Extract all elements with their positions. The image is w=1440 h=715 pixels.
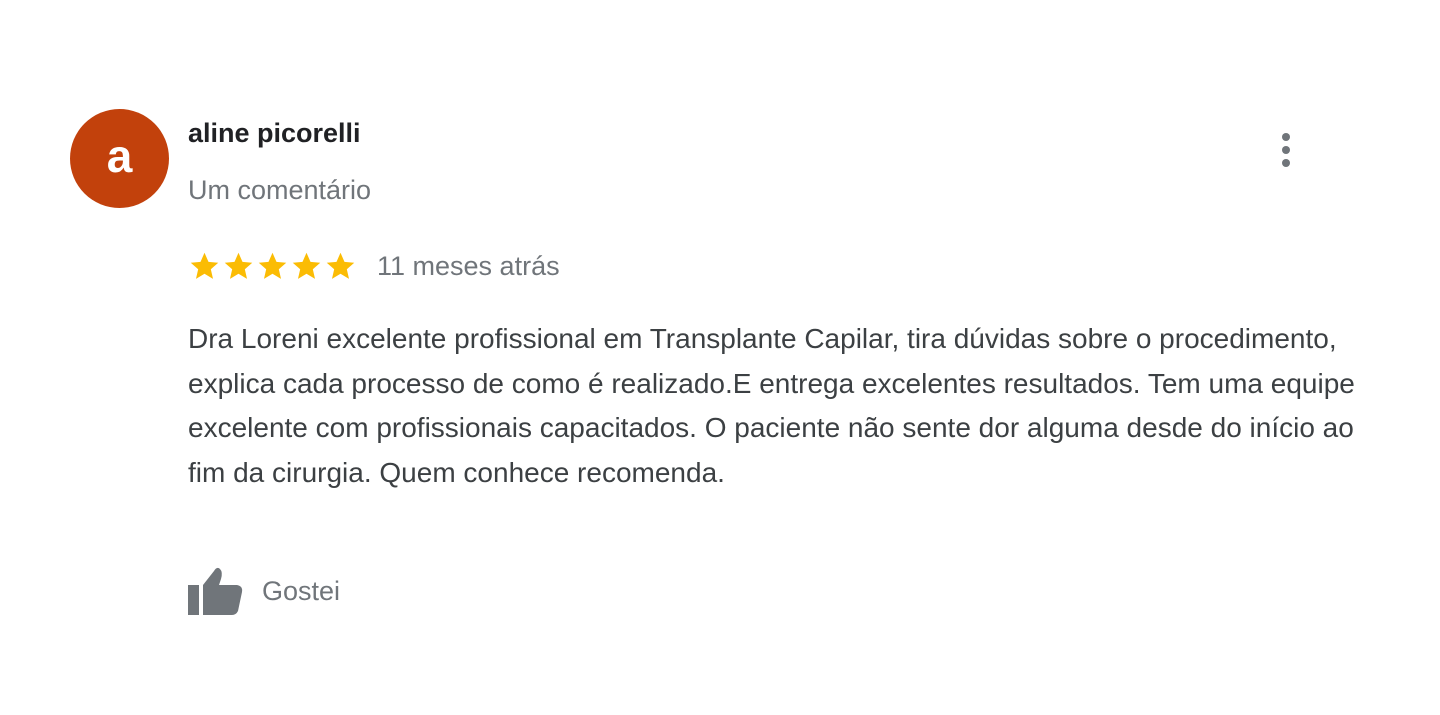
avatar[interactable]: a [70, 109, 169, 208]
star-rating [188, 250, 357, 283]
author-review-count[interactable]: Um comentário [188, 175, 371, 206]
like-label: Gostei [262, 575, 341, 606]
avatar-letter: a [106, 129, 133, 182]
rating-row: 11 meses atrás [188, 248, 560, 284]
like-button[interactable]: Gostei [186, 563, 340, 619]
author-name[interactable]: aline picorelli [188, 118, 361, 149]
more-vert-icon [1282, 133, 1290, 167]
review-text: Dra Loreni excelente profissional em Tra… [188, 323, 1355, 488]
thumbs-up-icon [188, 567, 243, 615]
more-options-button[interactable] [1266, 125, 1306, 175]
star-icon [258, 252, 287, 279]
star-icon [326, 252, 355, 279]
review-date: 11 meses atrás [377, 250, 560, 281]
review-card: a aline picorelli Um comentário 11 meses… [0, 0, 1440, 715]
star-icon [292, 252, 321, 279]
star-icon [190, 252, 219, 279]
star-icon [224, 252, 253, 279]
